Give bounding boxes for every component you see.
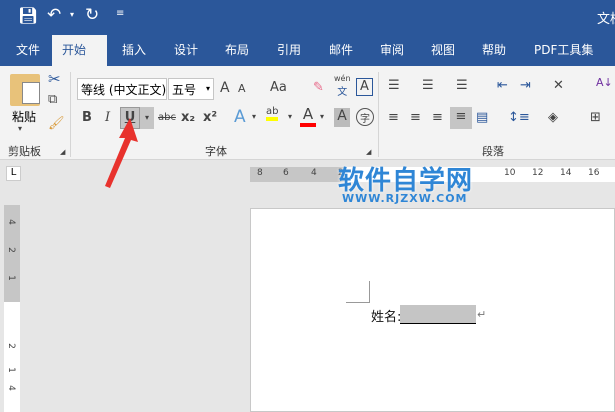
increase-indent-icon[interactable]: ⇥ xyxy=(520,78,531,93)
tab-design[interactable]: 设计 xyxy=(174,41,198,58)
superscript-button[interactable]: x² xyxy=(203,110,217,125)
clipboard-group-label: 剪贴板 xyxy=(8,145,41,158)
cut-icon[interactable]: ✂ xyxy=(48,70,61,88)
change-case-icon[interactable]: Aa xyxy=(270,80,287,95)
phonetic-text: wén xyxy=(334,74,351,83)
ribbon: 粘贴 ▾ ✂ ⧉ 🖌︎ 剪贴板 ◢ 等线 (中文正文) 五号 ▾ A A Aa ✎… xyxy=(0,66,615,160)
align-left-icon[interactable]: ≡ xyxy=(388,110,399,125)
phonetic-guide-icon[interactable]: wén 文 xyxy=(334,74,351,98)
paragraph-group-label: 段落 xyxy=(482,145,504,158)
format-painter-icon[interactable]: 🖌︎ xyxy=(48,116,65,131)
multilevel-list-icon[interactable]: ☰ xyxy=(456,78,468,93)
font-launcher-icon[interactable]: ◢ xyxy=(366,148,371,156)
divider xyxy=(70,72,71,157)
shrink-font-icon[interactable]: A xyxy=(238,82,246,95)
arrow-icon xyxy=(105,118,138,188)
ruler-number: 8 xyxy=(257,168,263,178)
ruler-number: 6 xyxy=(283,168,289,178)
subscript-button[interactable]: x₂ xyxy=(181,110,195,125)
tab-file[interactable]: 文件 xyxy=(16,41,40,58)
phonetic-char: 文 xyxy=(337,87,348,98)
underline-dropdown-icon[interactable]: ▾ xyxy=(140,107,154,129)
shading-icon[interactable]: ◈ xyxy=(548,110,558,125)
chevron-down-icon: ▾ xyxy=(205,84,210,93)
tab-references[interactable]: 引用 xyxy=(277,41,301,58)
ruler-number: 4 xyxy=(311,168,317,178)
paste-button[interactable]: 粘贴 xyxy=(12,108,36,125)
character-border-icon[interactable]: A xyxy=(356,78,373,96)
clear-formatting-icon[interactable]: ✎ xyxy=(313,80,324,95)
ruler-number: 4 xyxy=(5,219,16,225)
tab-insert[interactable]: 插入 xyxy=(122,41,146,58)
tab-view[interactable]: 视图 xyxy=(431,41,455,58)
line-spacing-icon[interactable]: ↕≡ xyxy=(508,110,530,125)
chevron-down-icon[interactable]: ▾ xyxy=(288,112,292,121)
vertical-ruler[interactable]: 4 2 1 2 1 4 xyxy=(4,205,20,412)
distributed-icon[interactable]: ▤ xyxy=(476,110,488,125)
ruler-number: 1 xyxy=(5,367,16,373)
ruler-number: 2 xyxy=(5,247,16,253)
font-size-combo[interactable]: 五号 ▾ xyxy=(168,78,214,100)
document-title: 文档 xyxy=(597,12,615,27)
ribbon-tabs: 文件 开始 插入 设计 布局 引用 邮件 审阅 视图 帮助 PDF工具集 xyxy=(0,35,615,66)
chevron-down-icon[interactable]: ▾ xyxy=(320,112,324,121)
chinese-layout-icon[interactable]: ✕ xyxy=(553,78,564,93)
margin-corner-mark xyxy=(346,281,370,303)
sort-icon[interactable]: A↓ xyxy=(596,76,613,89)
red-arrow-annotation xyxy=(105,118,138,188)
document-page[interactable]: 姓名: ↵ xyxy=(250,208,615,412)
highlight-icon[interactable]: ab xyxy=(266,106,279,121)
font-color-icon[interactable]: A xyxy=(300,106,316,127)
numbering-icon[interactable]: ☰ xyxy=(422,78,434,93)
tab-help[interactable]: 帮助 xyxy=(482,41,506,58)
enclose-characters-icon[interactable]: 字 xyxy=(356,108,374,126)
tab-selector[interactable]: L xyxy=(6,166,21,181)
font-group-label: 字体 xyxy=(205,145,227,158)
align-center-icon[interactable]: ≡ xyxy=(410,110,421,125)
redo-icon[interactable]: ↻ xyxy=(85,5,99,25)
copy-icon[interactable]: ⧉ xyxy=(48,92,57,107)
font-size-value: 五号 xyxy=(172,83,197,97)
name-label: 姓名: xyxy=(371,310,402,325)
text-effects-icon[interactable]: A xyxy=(234,107,246,127)
ruler-number: 1 xyxy=(5,275,16,281)
ruler-number: 16 xyxy=(588,168,600,178)
tab-review[interactable]: 审阅 xyxy=(380,41,404,58)
tab-home[interactable]: 开始 xyxy=(52,35,107,66)
font-name-combo[interactable]: 等线 (中文正文) xyxy=(77,78,167,100)
paste-dropdown-icon[interactable]: ▾ xyxy=(18,124,22,133)
paragraph-mark: ↵ xyxy=(477,308,487,321)
save-icon[interactable]: 💾︎ xyxy=(18,6,38,25)
tab-pdf-tools[interactable]: PDF工具集 xyxy=(534,41,593,58)
customize-icon[interactable]: ≡ xyxy=(116,8,124,19)
watermark-url: WWW.RJZXW.COM xyxy=(342,192,468,205)
title-bar: 💾︎ ↶ ▾ ↻ ≡ 文档 xyxy=(0,0,615,35)
bullets-icon[interactable]: ☰ xyxy=(388,78,400,93)
strikethrough-button[interactable]: abc xyxy=(158,112,176,123)
decrease-indent-icon[interactable]: ⇤ xyxy=(497,78,508,93)
tab-mailings[interactable]: 邮件 xyxy=(329,41,353,58)
justify-icon[interactable]: ≡ xyxy=(450,107,472,129)
borders-icon[interactable]: ⊞ xyxy=(590,110,601,125)
ruler-number: 4 xyxy=(5,385,16,391)
undo-icon[interactable]: ↶ xyxy=(47,5,61,25)
tab-layout[interactable]: 布局 xyxy=(225,41,249,58)
bold-button[interactable]: B xyxy=(82,110,92,125)
character-shading-icon[interactable]: A xyxy=(334,108,350,127)
divider xyxy=(378,72,379,157)
font-name-value: 等线 (中文正文) xyxy=(81,83,167,97)
ruler-number: 10 xyxy=(504,168,516,178)
paste-icon[interactable] xyxy=(10,74,40,106)
ruler-number: 14 xyxy=(560,168,572,178)
grow-font-icon[interactable]: A xyxy=(220,80,230,96)
ruler-number: 2 xyxy=(5,343,16,349)
ruler-number: 12 xyxy=(532,168,544,178)
underlined-blank-selection[interactable] xyxy=(400,305,476,324)
align-right-icon[interactable]: ≡ xyxy=(432,110,443,125)
chevron-down-icon[interactable]: ▾ xyxy=(252,112,256,121)
ruler-margin xyxy=(250,167,345,182)
clipboard-launcher-icon[interactable]: ◢ xyxy=(60,148,65,156)
undo-dropdown-icon[interactable]: ▾ xyxy=(70,10,74,19)
